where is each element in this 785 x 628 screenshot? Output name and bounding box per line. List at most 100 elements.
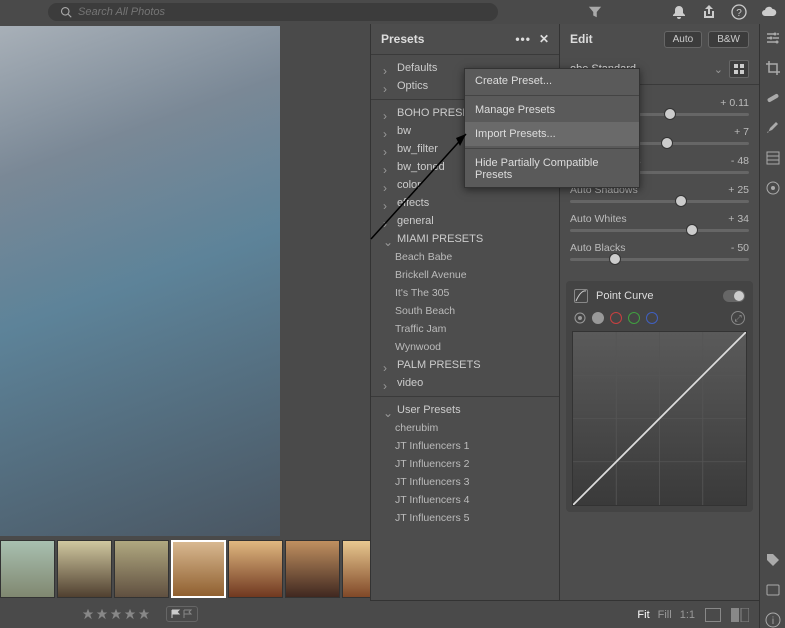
preset-item[interactable]: Brickell Avenue xyxy=(371,266,559,284)
presets-close-button[interactable]: ✕ xyxy=(539,32,549,46)
search-container[interactable] xyxy=(48,3,498,21)
slider-value: + 7 xyxy=(734,126,749,138)
channel-luma[interactable] xyxy=(592,312,604,324)
preset-item[interactable]: cherubim xyxy=(371,419,559,437)
edit-title: Edit xyxy=(570,32,658,46)
linear-gradient-icon[interactable] xyxy=(765,150,781,166)
tool-rail: i xyxy=(759,24,785,628)
channel-green[interactable] xyxy=(628,312,640,324)
thumbnail[interactable] xyxy=(0,540,55,598)
profile-browser-button[interactable] xyxy=(729,60,749,78)
cloud-icon[interactable] xyxy=(761,4,777,20)
svg-text:?: ? xyxy=(736,8,742,19)
share-icon[interactable] xyxy=(701,4,717,20)
presets-header: Presets ••• ✕ xyxy=(371,24,559,54)
thumbnail[interactable] xyxy=(228,540,283,598)
zoom-fit[interactable]: Fit xyxy=(637,609,649,621)
preset-item[interactable]: Beach Babe xyxy=(371,248,559,266)
help-icon[interactable]: ? xyxy=(731,4,747,20)
preset-item[interactable]: JT Influencers 3 xyxy=(371,473,559,491)
edit-header: Edit Auto B&W xyxy=(560,24,759,54)
thumbnail[interactable] xyxy=(114,540,169,598)
presets-menu-button[interactable]: ••• xyxy=(515,32,531,46)
grid-icon xyxy=(733,63,745,75)
curve-mode-icon[interactable] xyxy=(574,289,588,303)
preset-item[interactable]: JT Influencers 2 xyxy=(371,455,559,473)
keyword-icon[interactable] xyxy=(765,582,781,598)
preset-item[interactable]: It's The 305 xyxy=(371,284,559,302)
filter-icon[interactable] xyxy=(588,5,602,19)
slider-auto-whites[interactable]: Auto Whites + 34 xyxy=(570,213,749,232)
curve-toggle[interactable] xyxy=(723,290,745,302)
crop-icon[interactable] xyxy=(765,60,781,76)
zoom-options: Fit Fill 1:1 xyxy=(637,609,695,621)
search-icon xyxy=(60,6,72,18)
thumbnail[interactable] xyxy=(57,540,112,598)
preset-folder[interactable]: PALM PRESETS xyxy=(371,356,559,374)
ctx-import-presets[interactable]: Import Presets... xyxy=(465,122,639,146)
view-original-toggle[interactable] xyxy=(705,608,721,622)
thumbnail[interactable] xyxy=(171,540,226,598)
slider-label: Auto Whites xyxy=(570,213,627,225)
info-icon[interactable]: i xyxy=(765,612,781,628)
star-icon[interactable] xyxy=(110,608,122,620)
zoom-fill[interactable]: Fill xyxy=(658,609,672,621)
preset-folder[interactable]: general xyxy=(371,212,559,230)
bw-button[interactable]: B&W xyxy=(708,31,749,48)
preset-folder[interactable]: effects xyxy=(371,194,559,212)
slider-auto-blacks[interactable]: Auto Blacks- 50 xyxy=(570,242,749,261)
compare-icon[interactable] xyxy=(731,608,749,622)
preset-item[interactable]: South Beach xyxy=(371,302,559,320)
search-input[interactable] xyxy=(78,6,486,18)
bell-icon[interactable] xyxy=(671,4,687,20)
star-icon[interactable] xyxy=(138,608,150,620)
channel-blue[interactable] xyxy=(646,312,658,324)
preset-folder[interactable]: video xyxy=(371,374,559,392)
image-preview[interactable] xyxy=(0,26,280,536)
image-column xyxy=(0,24,370,628)
preset-item[interactable]: Wynwood xyxy=(371,338,559,356)
brush-icon[interactable] xyxy=(765,120,781,136)
flag-reject-icon[interactable] xyxy=(183,609,193,619)
preset-group-user[interactable]: User Presets xyxy=(371,401,559,419)
chevron-down-icon: ⌄ xyxy=(714,63,723,76)
preset-folder-miami[interactable]: MIAMI PRESETS xyxy=(371,230,559,248)
star-icon[interactable] xyxy=(82,608,94,620)
slider-value: - 48 xyxy=(731,155,749,167)
tone-curve[interactable] xyxy=(572,331,747,506)
flag-pick-icon[interactable] xyxy=(171,609,181,619)
svg-text:i: i xyxy=(771,616,773,627)
zoom-1to1[interactable]: 1:1 xyxy=(680,609,695,621)
tag-icon[interactable] xyxy=(765,552,781,568)
thumbnail[interactable] xyxy=(285,540,340,598)
thumbnail[interactable] xyxy=(342,540,370,598)
star-icon[interactable] xyxy=(124,608,136,620)
curve-title: Point Curve xyxy=(596,290,715,302)
presets-context-menu: Create Preset... Manage Presets Import P… xyxy=(464,68,640,188)
top-bar: ? xyxy=(0,0,785,24)
ctx-create-preset[interactable]: Create Preset... xyxy=(465,69,639,93)
star-icon[interactable] xyxy=(96,608,108,620)
curve-expand-button[interactable]: ⤢ xyxy=(731,311,745,325)
parametric-icon[interactable] xyxy=(574,312,586,324)
preset-item[interactable]: JT Influencers 4 xyxy=(371,491,559,509)
preset-item[interactable]: Traffic Jam xyxy=(371,320,559,338)
radial-gradient-icon[interactable] xyxy=(765,180,781,196)
preset-item[interactable]: JT Influencers 1 xyxy=(371,437,559,455)
ctx-hide-incompatible[interactable]: Hide Partially Compatible Presets xyxy=(465,151,639,187)
flag-toggle[interactable] xyxy=(166,606,198,622)
channel-red[interactable] xyxy=(610,312,622,324)
slider-value: + 0.11 xyxy=(720,97,749,109)
ctx-manage-presets[interactable]: Manage Presets xyxy=(465,98,639,122)
preset-item[interactable]: JT Influencers 5 xyxy=(371,509,559,527)
auto-button[interactable]: Auto xyxy=(664,31,703,48)
edit-sliders-icon[interactable] xyxy=(765,30,781,46)
presets-panel: Presets ••• ✕ Defaults Optics BOHO PRESE… xyxy=(370,24,560,628)
presets-title: Presets xyxy=(381,32,424,46)
image-bottom-bar xyxy=(0,600,370,628)
star-rating[interactable] xyxy=(82,608,150,620)
heal-icon[interactable] xyxy=(765,90,781,106)
slider-value: + 34 xyxy=(728,213,749,225)
slider-label: Auto Blacks xyxy=(570,242,625,254)
slider-value: + 25 xyxy=(728,184,749,196)
